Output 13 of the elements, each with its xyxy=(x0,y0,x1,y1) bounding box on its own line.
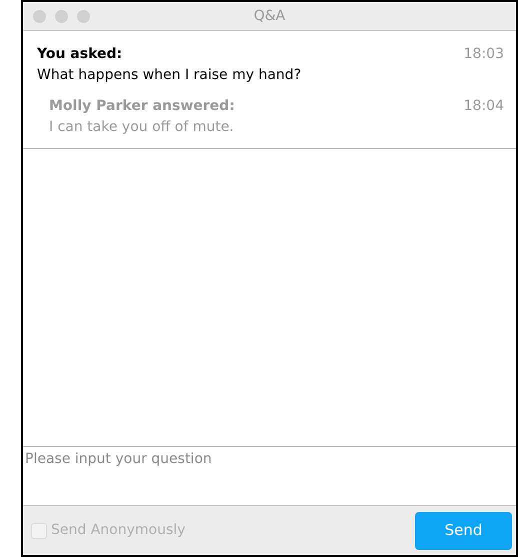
send-button[interactable]: Send xyxy=(415,512,512,550)
anonymous-label: Send Anonymously xyxy=(51,521,186,540)
message-time: 18:03 xyxy=(464,45,504,64)
message-author: Molly Parker answered: xyxy=(49,97,235,116)
message-text: What happens when I raise my hand? xyxy=(37,66,302,85)
question-field[interactable]: Please input your question xyxy=(23,446,516,505)
message-text: I can take you off of mute. xyxy=(49,118,235,137)
window-control-icon[interactable] xyxy=(33,10,46,22)
window-title: Q&A xyxy=(254,6,286,26)
window-control-icon[interactable] xyxy=(55,10,68,22)
message-author: You asked: xyxy=(37,45,122,64)
message-time: 18:04 xyxy=(464,97,504,116)
window-control-icon[interactable] xyxy=(77,10,90,22)
